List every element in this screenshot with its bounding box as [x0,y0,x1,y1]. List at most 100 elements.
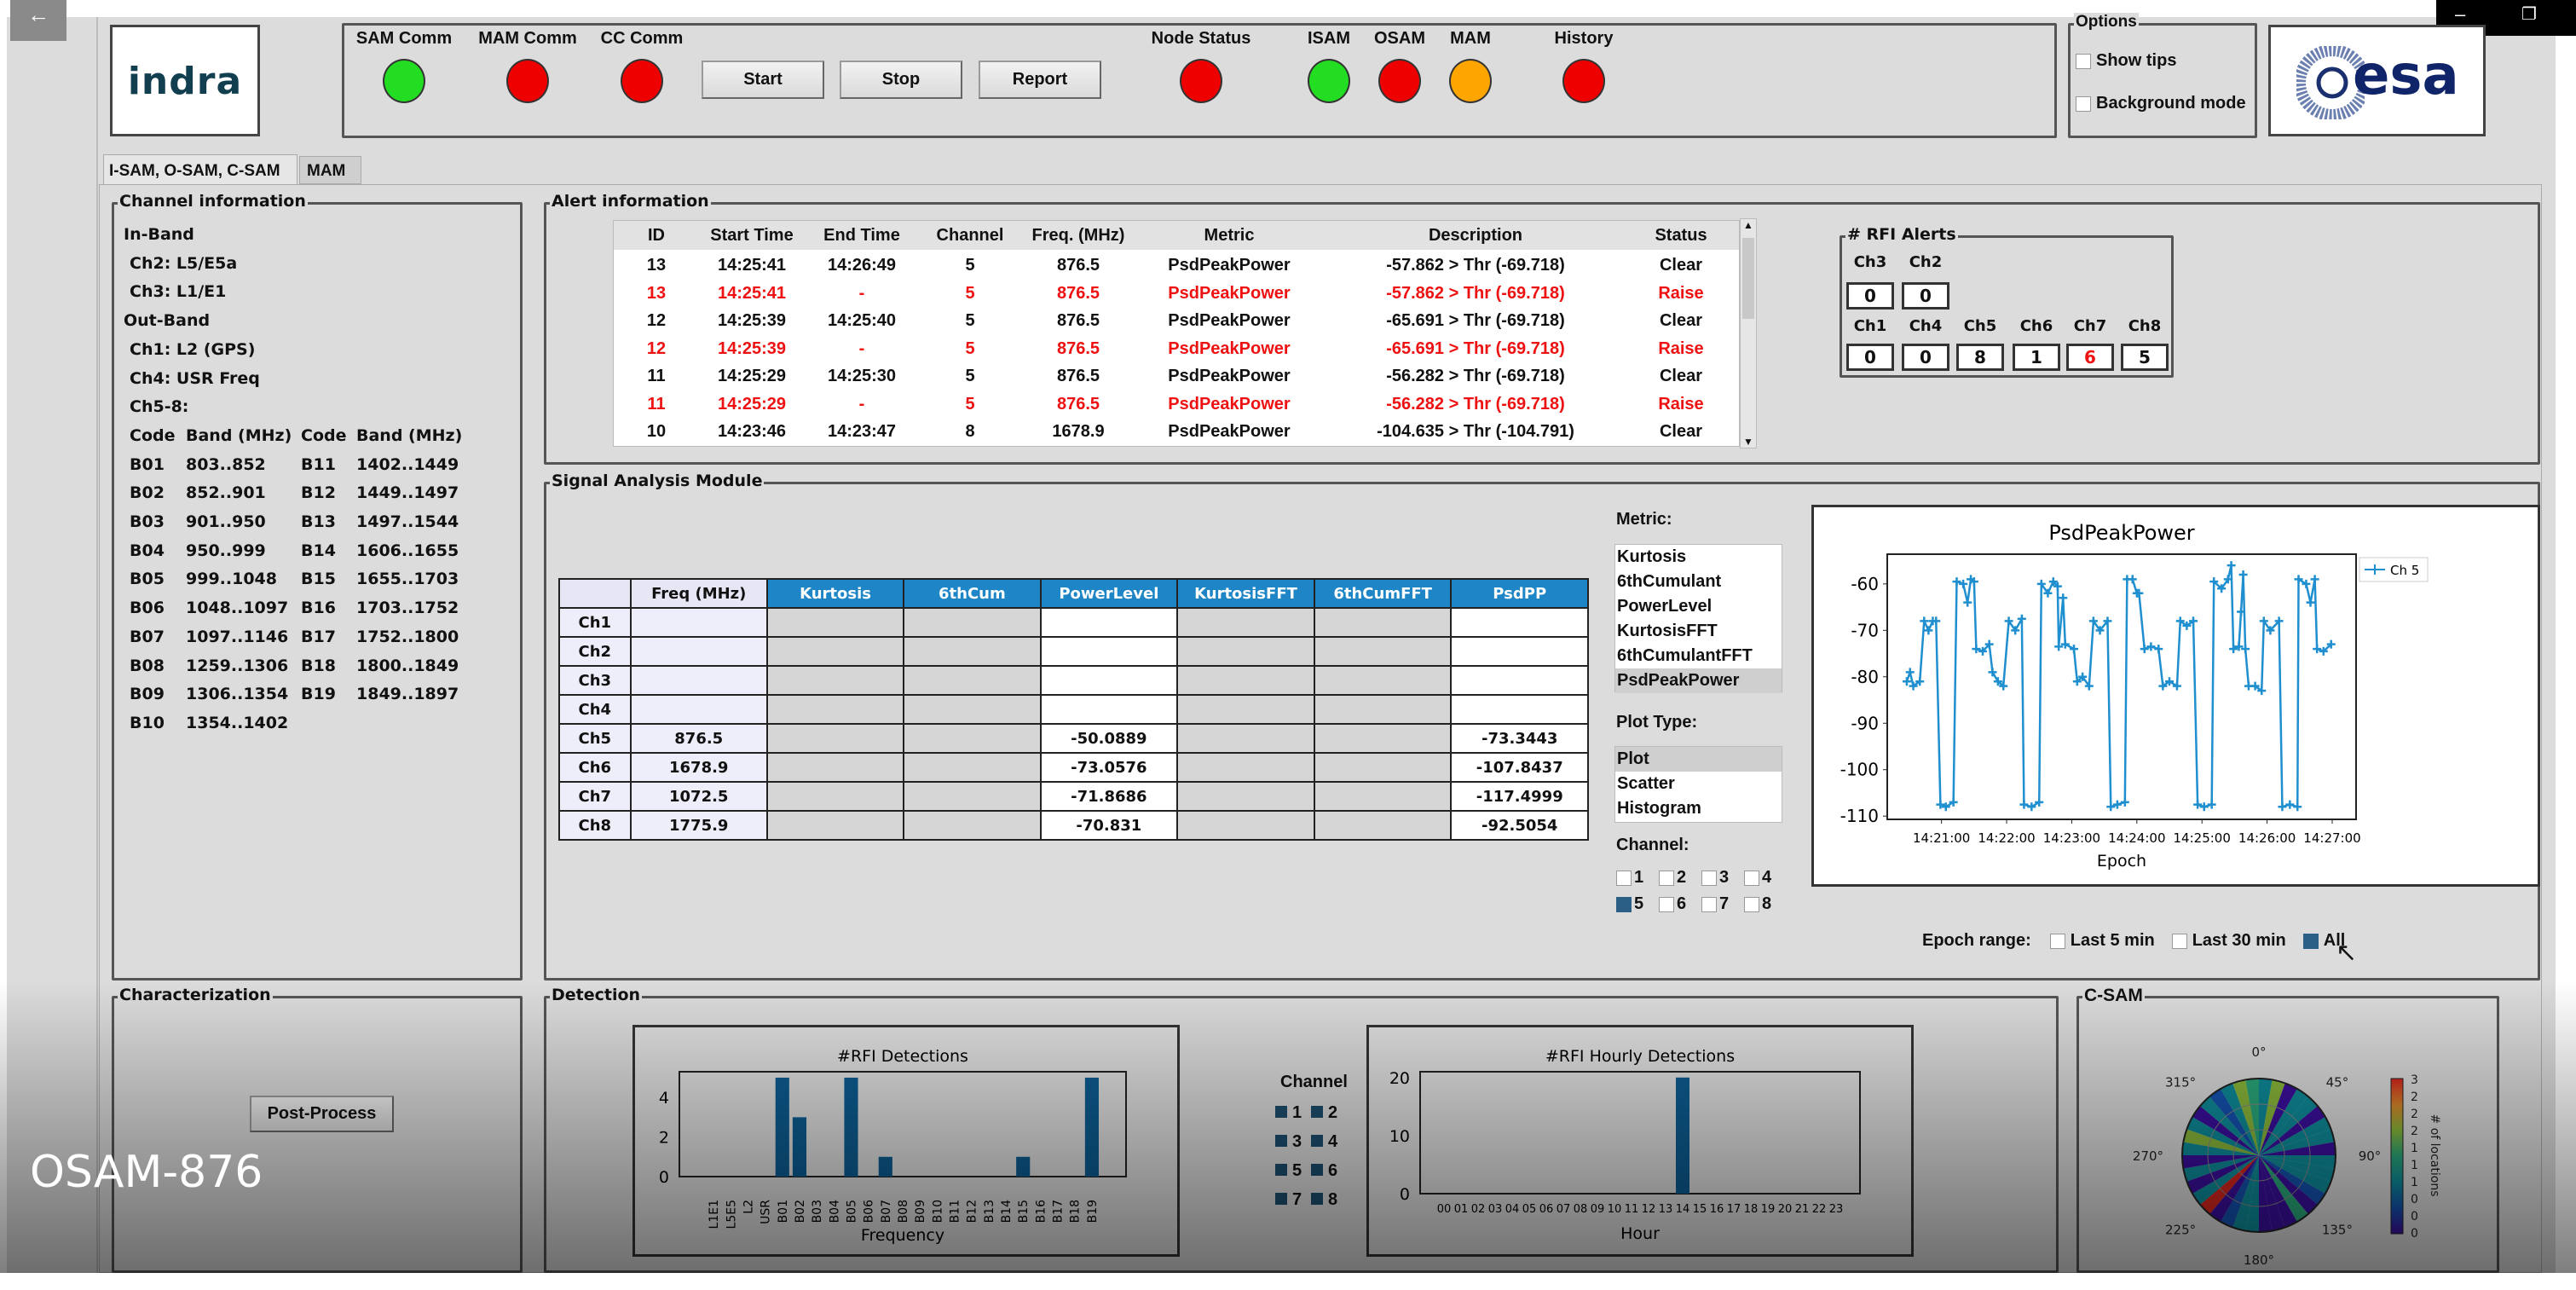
alert-cell: 14:25:41 [717,256,787,275]
plot-type-list[interactable]: Plot Scatter Histogram [1614,746,1782,823]
report-button[interactable]: Report [979,61,1101,99]
checkbox-icon[interactable] [2076,53,2091,69]
checkbox-icon[interactable] [2076,95,2091,112]
scroll-down-icon[interactable]: ▼ [1743,436,1753,448]
channel-info-item: Ch4: USR Freq [130,368,260,388]
checkbox-icon[interactable] [1659,896,1674,912]
out-band-heading: Out-Band [124,311,211,331]
signal-cell [1313,723,1453,754]
epoch-option[interactable]: Last 5 min [2049,931,2155,950]
signal-cell [1313,810,1453,841]
alert-table-row[interactable]: 13 14:25:41 - 5 876.5 PsdPeakPower -57.862 > T… [614,281,1739,309]
alert-table-row[interactable]: 11 14:25:29 - 5 876.5 PsdPeakPower -56.282 > T… [614,392,1739,419]
channel-label: Channel: [1616,836,1689,854]
radio-icon[interactable] [2171,933,2187,949]
alert-cell: 10 [646,422,667,441]
plot-type-option[interactable]: Scatter [1615,772,1782,796]
alert-column-header: Start Time [710,226,794,245]
x-tick-label: 08 [1574,1203,1588,1216]
legend-swatch-icon [1275,1193,1287,1205]
band-code: B05 [130,570,165,589]
metric-option[interactable]: Kurtosis [1615,545,1782,570]
checkbox-icon[interactable] [1701,896,1717,912]
alert-column-header: End Time [823,226,900,245]
channel-checkbox-label: 6 [1677,894,1687,913]
checkbox-icon[interactable] [1701,870,1717,886]
metric-option[interactable]: PsdPeakPower [1615,668,1782,693]
colorbar-tick-label: 0 [2411,1193,2418,1206]
tab-mam[interactable]: MAM [299,156,361,184]
x-tick-label: B09 [914,1200,927,1223]
signal-cell: -73.0576 [1039,752,1179,783]
channel-checkbox[interactable]: 4 [1744,868,1771,888]
channel-checkbox[interactable]: 1 [1616,868,1643,888]
tab-isam-osam-csam[interactable]: I-SAM, O-SAM, C-SAM [103,154,297,186]
signal-cell [765,665,905,696]
video-caption: OSAM-876 [30,1147,263,1198]
x-tick-label: 06 [1539,1203,1554,1216]
alert-table-scrollbar[interactable]: ▲ ▼ [1740,218,1757,448]
checkbox-icon[interactable] [1744,870,1759,886]
alert-cell: 876.5 [1056,283,1100,303]
colorbar-tick-label: 1 [2411,1176,2418,1189]
checkbox-icon[interactable] [1616,870,1632,886]
band-range: 1606..1655 [356,541,459,560]
alert-cell: Clear [1659,311,1703,330]
status-label: SAM Comm [355,29,453,48]
alert-cell: 8 [965,422,975,441]
colorbar-tick-label: 1 [2411,1142,2418,1155]
show-tips-label: Show tips [2096,51,2177,70]
back-button[interactable]: ← [10,0,66,41]
band-range: 950..999 [186,541,266,560]
alert-cell: 14:25:41 [717,283,787,303]
scroll-up-icon[interactable]: ▲ [1743,219,1753,231]
scrollbar-thumb[interactable] [1742,238,1754,319]
metric-option[interactable]: 6thCumulant [1615,570,1782,594]
channel-checkbox[interactable]: 8 [1744,894,1771,914]
signal-cell [765,723,905,754]
alert-table-row[interactable]: 12 14:25:39 - 5 876.5 PsdPeakPower -65.691 > T… [614,337,1739,364]
band-code: B16 [301,599,336,618]
x-tick-label: 05 [1522,1203,1537,1216]
channel-checkbox[interactable]: 3 [1701,868,1729,888]
checkbox-icon[interactable] [1659,870,1674,886]
metric-option[interactable]: 6thCumulantFFT [1615,644,1782,668]
minimize-icon[interactable]: – [2455,3,2465,26]
channel-legend-item: 7 [1275,1190,1302,1210]
alert-table-row[interactable]: 12 14:25:39 14:25:40 5 876.5 PsdPeakPower -65.… [614,309,1739,336]
signal-cell: -70.831 [1039,810,1179,841]
background-mode-checkbox[interactable]: Background mode [2076,94,2246,113]
status-indicator-node-status [1180,59,1222,103]
plot-type-option[interactable]: Plot [1615,747,1782,772]
alert-table-row[interactable]: 13 14:25:41 14:26:49 5 876.5 PsdPeakPower -57.… [614,253,1739,281]
radio-icon[interactable] [2302,933,2319,949]
plot-type-option[interactable]: Histogram [1615,796,1782,821]
x-tick-label: 19 [1761,1203,1776,1216]
checkbox-icon[interactable] [1744,896,1759,912]
channel-checkbox[interactable]: 2 [1659,868,1686,888]
channel-checkbox[interactable]: 7 [1701,894,1729,914]
channel-checkbox-label: 2 [1677,868,1687,887]
stop-button[interactable]: Stop [840,61,962,99]
alert-table-row[interactable]: 11 14:25:29 14:25:30 5 876.5 PsdPeakPower -56.… [614,364,1739,391]
start-button[interactable]: Start [702,61,824,99]
band-code: B06 [130,599,165,618]
channel-checkbox[interactable]: 6 [1659,894,1686,914]
rfi-channel-label: Ch4 [1909,317,1943,335]
post-process-button[interactable]: Post-Process [250,1096,394,1132]
restore-icon[interactable]: ❐ [2521,3,2537,25]
show-tips-checkbox[interactable]: Show tips [2076,51,2176,71]
checkbox-icon[interactable] [1616,896,1632,912]
x-tick-label: 21 [1795,1203,1810,1216]
epoch-option[interactable]: Last 30 min [2171,931,2286,950]
signal-table-row: Ch6 1678.9 -73.0576 -107.8437 [558,752,1589,783]
radio-icon[interactable] [2049,933,2065,949]
alert-table-row[interactable]: 10 14:23:46 14:23:47 8 1678.9 PsdPeakPower -10… [614,419,1739,447]
metric-option[interactable]: PowerLevel [1615,594,1782,619]
signal-cell: 1678.9 [629,752,768,783]
metric-list[interactable]: Kurtosis 6thCumulant PowerLevel KurtosisFFT… [1614,544,1782,693]
row-header: Ch3 [558,665,632,696]
channel-checkbox[interactable]: 5 [1616,894,1643,914]
metric-option[interactable]: KurtosisFFT [1615,619,1782,644]
alert-cell: 14:26:49 [827,256,897,275]
